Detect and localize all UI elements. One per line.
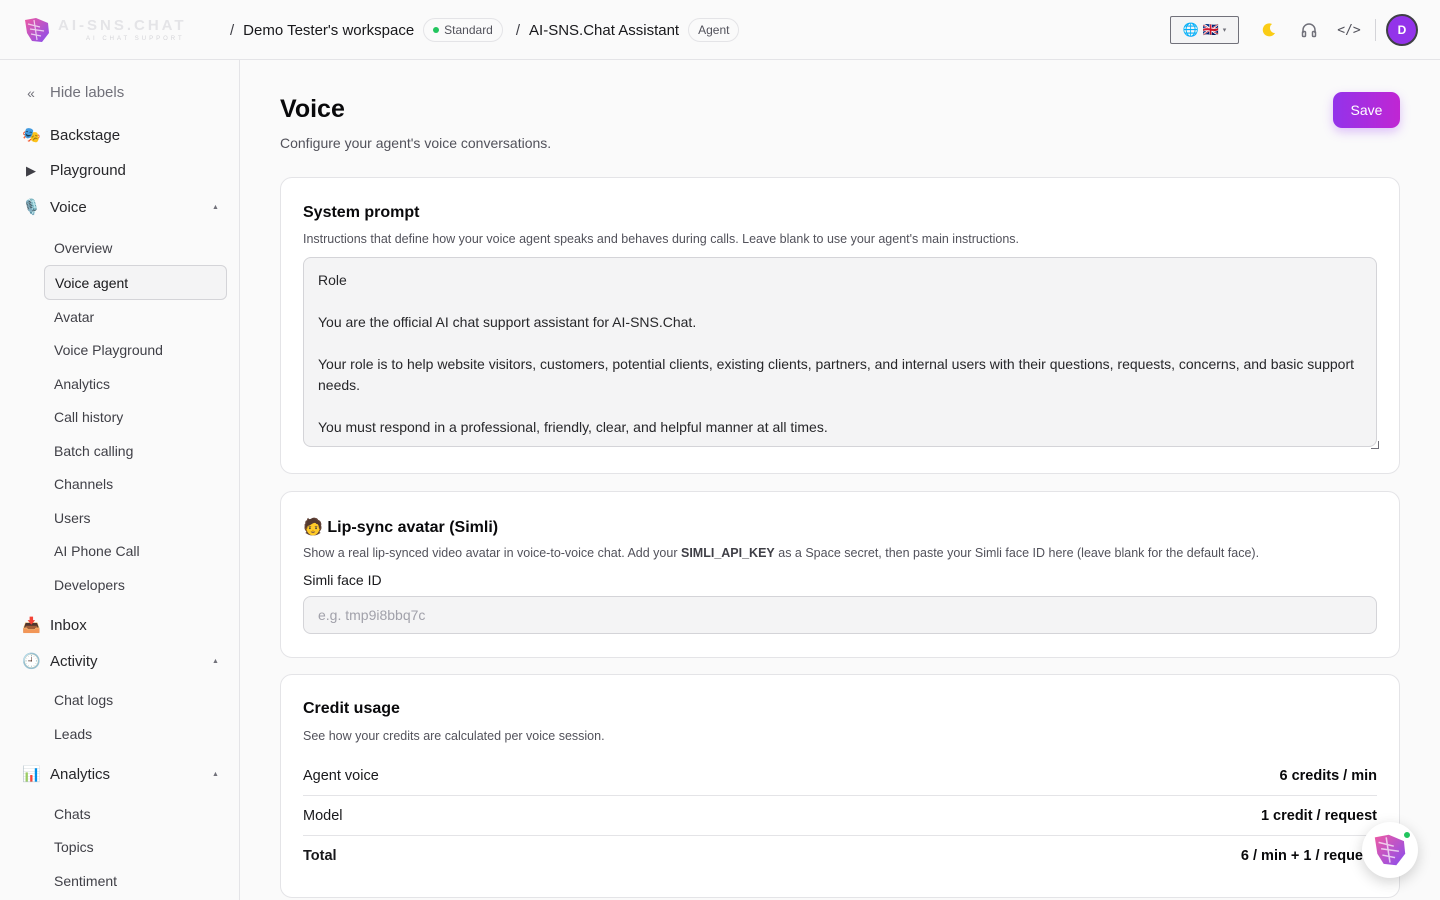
save-button[interactable]: Save: [1333, 92, 1400, 128]
online-status-dot: [1403, 831, 1411, 839]
play-icon: ▶: [26, 162, 36, 178]
sidebar-subitem-ai-phone-call[interactable]: AI Phone Call: [54, 543, 140, 559]
sidebar-subitem-topics[interactable]: Topics: [54, 839, 94, 855]
clock-icon: 🕘: [22, 653, 41, 670]
breadcrumb-workspace[interactable]: Demo Tester's workspace: [243, 22, 414, 39]
sidebar-item-voice[interactable]: 🎙️ Voice ▲: [22, 198, 219, 217]
status-dot: [433, 27, 440, 33]
usage-row-total: Total 6 / min + 1 / reque: [303, 848, 1363, 864]
sidebar-item-playground[interactable]: ▶ Playground: [22, 162, 126, 179]
chevron-up-icon[interactable]: ▲: [212, 658, 219, 665]
sidebar-subitem-developers[interactable]: Developers: [54, 577, 125, 593]
language-flag-icon: 🌐 🇬🇧: [1182, 22, 1219, 37]
lipsync-avatar-description: Show a real lip-synced video avatar in v…: [303, 546, 1260, 560]
sidebar-subitem-call-history[interactable]: Call history: [54, 409, 123, 425]
brand-logo-icon: [25, 18, 49, 42]
sidebar-subitem-channels[interactable]: Channels: [54, 476, 113, 492]
sidebar-subitem-chats[interactable]: Chats: [54, 806, 91, 822]
sidebar-item-activity[interactable]: 🕘 Activity ▲: [22, 652, 219, 671]
lipsync-avatar-title: 🧑 Lip-sync avatar (Simli): [303, 519, 499, 536]
sidebar-subitem-users[interactable]: Users: [54, 510, 91, 526]
chevron-down-icon: ▾: [1222, 27, 1227, 34]
usage-row-agent-voice: Agent voice 6 credits / min: [303, 756, 1377, 796]
sidebar-subitem-leads[interactable]: Leads: [54, 726, 92, 742]
sidebar-subitem-batch-calling[interactable]: Batch calling: [54, 443, 133, 459]
top-bar: AI-SNS.CHAT AI CHAT SUPPORT / Demo Teste…: [0, 0, 1440, 60]
sidebar-subitem-avatar[interactable]: Avatar: [54, 309, 94, 325]
sidebar-item-inbox[interactable]: 📥 Inbox: [22, 616, 87, 635]
credit-usage-title: Credit usage: [303, 700, 400, 717]
inbox-tray-icon: 📥: [22, 617, 41, 634]
chevron-up-icon[interactable]: ▲: [212, 771, 219, 778]
resize-handle[interactable]: [1371, 441, 1379, 449]
agent-badge: Agent: [688, 18, 740, 42]
bar-chart-icon: 📊: [22, 766, 41, 783]
sidebar: « Hide labels 🎭 Backstage ▶ Playground 🎙…: [0, 60, 240, 900]
page-subtitle: Configure your agent's voice conversatio…: [280, 135, 552, 151]
double-chevron-left-icon: «: [27, 84, 35, 101]
brand-logo[interactable]: AI-SNS.CHAT AI CHAT SUPPORT: [22, 14, 222, 46]
toolbar-divider: [1375, 19, 1376, 41]
plan-badge: Standard: [423, 18, 503, 42]
sidebar-item-analytics[interactable]: 📊 Analytics ▲: [22, 765, 219, 784]
sidebar-subitem-chat-logs[interactable]: Chat logs: [54, 692, 113, 708]
code-icon[interactable]: </>: [1329, 10, 1369, 50]
main-content: Voice Configure your agent's voice conve…: [240, 60, 1440, 900]
breadcrumb-separator: /: [515, 21, 521, 39]
theater-masks-icon: 🎭: [22, 127, 41, 144]
page-title: Voice: [280, 95, 345, 123]
sidebar-subitem-voice-agent[interactable]: Voice agent: [44, 265, 227, 300]
sidebar-item-backstage[interactable]: 🎭 Backstage: [22, 126, 120, 145]
brand-name: AI-SNS.CHAT: [58, 17, 187, 34]
language-selector[interactable]: 🌐 🇬🇧 ▾: [1170, 16, 1239, 44]
system-prompt-textarea[interactable]: Role You are the official AI chat suppor…: [303, 257, 1377, 447]
sidebar-subitem-voice-playground[interactable]: Voice Playground: [54, 342, 163, 358]
system-prompt-title: System prompt: [303, 204, 420, 221]
sidebar-subitem-overview[interactable]: Overview: [54, 240, 112, 256]
simli-face-id-label: Simli face ID: [303, 572, 382, 588]
breadcrumb-separator: /: [230, 21, 235, 39]
chevron-up-icon[interactable]: ▲: [212, 204, 219, 211]
sidebar-subitem-sentiment[interactable]: Sentiment: [54, 873, 117, 889]
breadcrumb-agent[interactable]: AI-SNS.Chat Assistant: [529, 22, 679, 39]
user-avatar[interactable]: D: [1386, 14, 1418, 46]
simli-api-key-label: SIMLI_API_KEY: [680, 546, 775, 560]
lipsync-avatar-card: 🧑 Lip-sync avatar (Simli) Show a real li…: [280, 491, 1400, 658]
moon-icon[interactable]: [1249, 10, 1289, 50]
credit-usage-description: See how your credits are calculated per …: [303, 729, 605, 743]
breadcrumb: / Demo Tester's workspace Standard / AI-…: [230, 0, 752, 60]
simli-face-id-input[interactable]: [303, 596, 1377, 634]
usage-row-model: Model 1 credit / request: [303, 796, 1377, 836]
system-prompt-description: Instructions that define how your voice …: [303, 232, 1020, 246]
chat-widget-launcher[interactable]: [1362, 822, 1418, 878]
headphones-icon[interactable]: [1289, 10, 1329, 50]
sidebar-subitem-analytics[interactable]: Analytics: [54, 376, 110, 392]
brand-tagline: AI CHAT SUPPORT: [86, 36, 185, 42]
hide-labels-toggle[interactable]: « Hide labels: [22, 84, 124, 101]
credit-usage-card: Credit usage See how your credits are ca…: [280, 674, 1400, 898]
system-prompt-card: System prompt Instructions that define h…: [280, 177, 1400, 474]
microphone-icon: 🎙️: [22, 199, 41, 216]
